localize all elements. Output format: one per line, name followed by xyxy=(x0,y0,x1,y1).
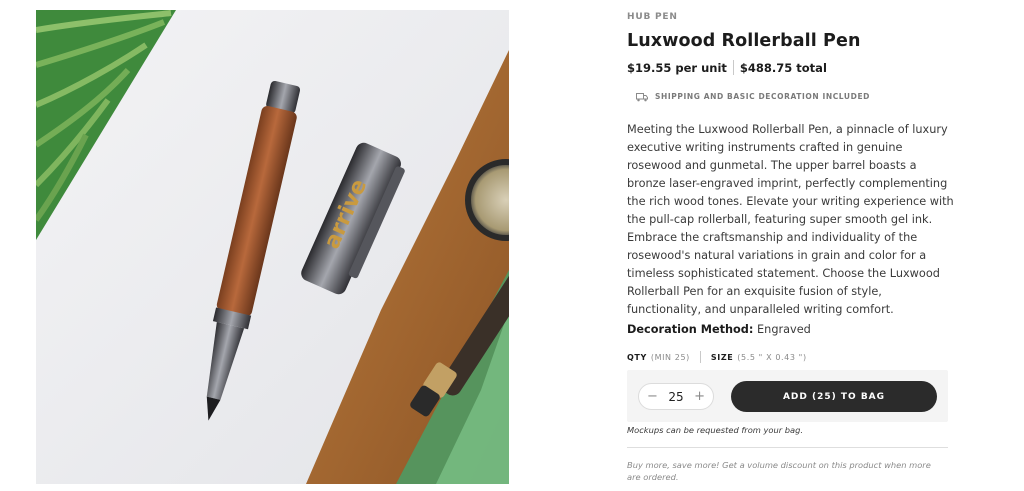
size-value: (5.5 " X 0.43 ") xyxy=(737,352,807,362)
decoration-method: Decoration Method: Engraved xyxy=(627,323,811,336)
volume-discount-note: Buy more, save more! Get a volume discou… xyxy=(627,460,931,482)
shipping-text: SHIPPING AND BASIC DECORATION INCLUDED xyxy=(655,92,870,101)
quantity-stepper[interactable]: − 25 + xyxy=(638,383,714,410)
truck-icon xyxy=(636,87,648,106)
price-divider xyxy=(732,60,734,75)
shipping-info: SHIPPING AND BASIC DECORATION INCLUDED xyxy=(636,87,870,106)
increase-button[interactable]: + xyxy=(694,390,705,403)
product-image: arrive xyxy=(36,10,509,484)
product-title: Luxwood Rollerball Pen xyxy=(627,31,861,51)
product-description: Meeting the Luxwood Rollerball Pen, a pi… xyxy=(627,123,954,316)
qty-label: QTY xyxy=(627,352,647,362)
price-row: $19.55 per unit $488.75 total xyxy=(627,60,827,75)
section-divider xyxy=(627,447,948,448)
size-label: SIZE xyxy=(710,352,734,362)
add-to-bag-panel: − 25 + ADD (25) TO BAG xyxy=(627,370,948,422)
brand-label[interactable]: HUB PEN xyxy=(627,12,678,22)
total-price: $488.75 total xyxy=(739,60,827,75)
spec-row: QTY (MIN 25) SIZE (5.5 " X 0.43 ") xyxy=(627,351,807,363)
spec-divider xyxy=(699,351,701,363)
add-to-bag-button[interactable]: ADD (25) TO BAG xyxy=(731,381,937,412)
mockup-note: Mockups can be requested from your bag. xyxy=(627,425,804,435)
unit-price: $19.55 per unit xyxy=(627,60,727,75)
qty-minimum: (MIN 25) xyxy=(650,352,690,362)
decoration-label: Decoration Method: xyxy=(627,323,754,336)
quantity-value[interactable]: 25 xyxy=(668,390,683,404)
decrease-button[interactable]: − xyxy=(647,390,658,403)
decoration-value: Engraved xyxy=(757,323,811,336)
